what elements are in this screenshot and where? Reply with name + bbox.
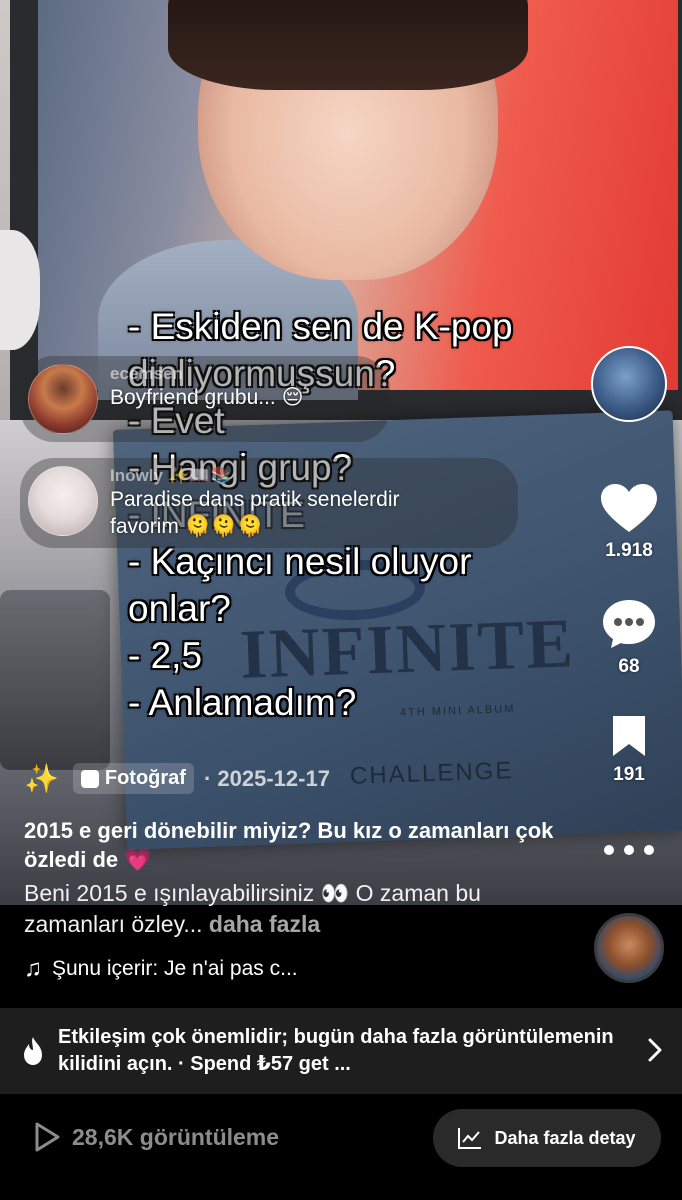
photo-mug [0,590,110,770]
post-type-label: Fotoğraf [104,767,186,789]
dot-icon [604,845,614,855]
overlay-line: - Anlamadım? [128,682,357,723]
post-type-tag[interactable]: Fotoğraf [72,763,194,794]
chevron-right-icon [648,1038,662,1062]
album-tagline: CHALLENGE [349,757,514,790]
creator-avatar[interactable] [591,346,667,422]
sparkle-icon: ✨ [24,763,59,794]
overlay-line: onlar? [128,588,231,629]
post-title: 2015 e geri dönebilir miyiz? Bu kız o za… [24,818,554,872]
comment-button[interactable]: 68 [596,598,662,678]
comment-bubble[interactable]: Inowly ✨📖📚 Paradise dans pratik senelerd… [20,458,518,548]
save-count: 191 [613,764,645,785]
heart-icon [601,484,657,532]
see-more-link[interactable]: daha fazla [209,911,320,937]
comment-username[interactable]: Inowly ✨📖📚 [110,466,400,486]
music-note-icon: ♫ [24,955,42,982]
dot-icon [644,845,654,855]
commenter-avatar[interactable] [28,364,98,434]
comment-text: Boyfriend grubu... 😔 [110,386,304,409]
post-date: · 2025-12-17 [203,765,330,791]
view-count: 28,6K görüntüleme [34,1122,279,1152]
like-button[interactable]: 1.918 [596,484,662,562]
overlay-line: - Eskiden sen de K-pop [128,306,513,347]
dot-icon [624,845,634,855]
music-label: Şunu içerir: Je n'ai pas c... [52,957,298,980]
more-details-label: Daha fazla detay [494,1127,636,1148]
play-icon [35,1122,60,1152]
comment-text-line: Paradise dans pratik senelerdir [110,488,400,511]
music-row[interactable]: ♫ Şunu içerir: Je n'ai pas c... [24,955,298,983]
chart-icon [458,1128,482,1149]
photo-icon [80,769,99,788]
post-description[interactable]: Beni 2015 e ışınlayabilirsiniz 👀 O zaman… [24,878,584,940]
comment-icon [603,600,655,648]
more-options-button[interactable] [604,838,654,862]
save-button[interactable]: 191 [596,714,662,786]
more-details-button[interactable]: Daha fazla detay [433,1109,661,1167]
photo-hair [168,0,528,90]
promo-banner[interactable]: Etkileşim çok önemlidir; bugün daha fazl… [0,1008,682,1094]
comment-username[interactable]: ecemsen [110,364,304,384]
flame-icon [24,1037,42,1065]
overlay-line: - 2,5 [128,635,203,676]
bookmark-icon [613,716,645,756]
like-count: 1.918 [605,540,653,561]
comment-count: 68 [618,656,640,677]
comment-bubble[interactable]: ecemsen Boyfriend grubu... 😔 [20,356,390,442]
view-count-label: 28,6K görüntüleme [72,1123,280,1150]
post-meta: ✨ Fotoğraf · 2025-12-17 [24,762,330,795]
bottom-bar: 28,6K görüntüleme Daha fazla detay [0,1094,682,1200]
commenter-avatar[interactable] [28,466,98,536]
music-disc[interactable] [594,913,664,983]
comment-text-line: favorim 🫠🫠🫠 [110,515,264,538]
promo-text: Etkileşim çok önemlidir; bugün daha fazl… [58,1026,614,1075]
